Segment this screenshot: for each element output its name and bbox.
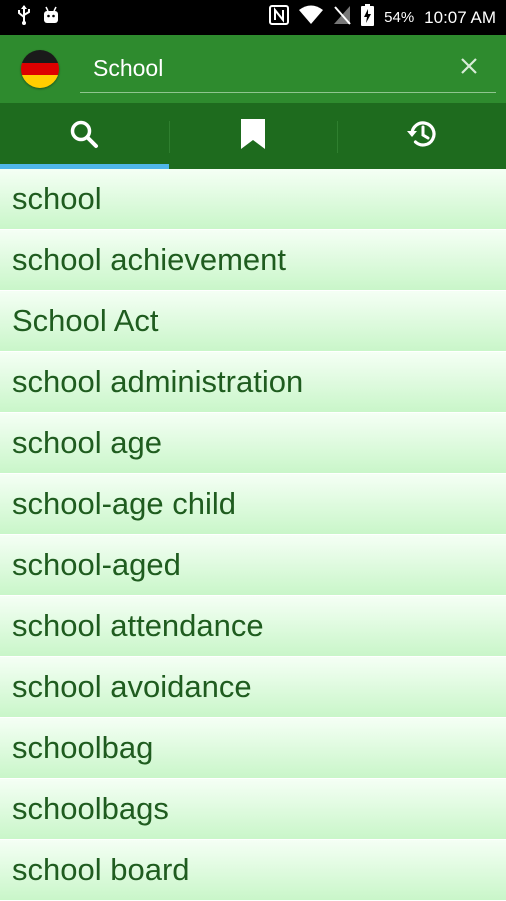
close-icon bbox=[460, 57, 478, 80]
list-item[interactable]: schoolbags bbox=[0, 779, 506, 839]
status-left bbox=[16, 5, 60, 30]
list-item[interactable]: school board bbox=[0, 840, 506, 900]
tab-bookmarks[interactable] bbox=[168, 103, 338, 169]
tab-search[interactable] bbox=[0, 103, 169, 169]
wifi-icon bbox=[299, 5, 324, 30]
nfc-icon bbox=[269, 5, 290, 30]
clock: 10:07 AM bbox=[424, 7, 496, 27]
list-item[interactable]: school age bbox=[0, 413, 506, 473]
tab-bar bbox=[0, 103, 506, 169]
search-field bbox=[80, 45, 496, 93]
android-icon bbox=[42, 6, 60, 29]
no-sim-icon bbox=[333, 5, 351, 30]
results-list: school school achievement School Act sch… bbox=[0, 169, 506, 901]
list-item[interactable]: school-age child bbox=[0, 474, 506, 534]
battery-percent: 54% bbox=[384, 9, 415, 26]
list-item[interactable]: schoolbag bbox=[0, 718, 506, 778]
list-item[interactable]: School Act bbox=[0, 291, 506, 351]
clear-search-button[interactable] bbox=[456, 55, 482, 81]
status-bar: 54% 10:07 AM bbox=[0, 0, 506, 35]
history-icon bbox=[406, 118, 438, 155]
bookmark-icon bbox=[240, 118, 266, 154]
list-item[interactable]: school-aged bbox=[0, 535, 506, 595]
list-item[interactable]: school avoidance bbox=[0, 657, 506, 717]
usb-icon bbox=[16, 5, 32, 30]
list-item[interactable]: school achievement bbox=[0, 230, 506, 290]
search-toolbar bbox=[0, 35, 506, 103]
list-item[interactable]: school attendance bbox=[0, 596, 506, 656]
list-item[interactable]: school administration bbox=[0, 352, 506, 412]
germany-flag-icon[interactable] bbox=[21, 50, 59, 88]
status-right: 54% 10:07 AM bbox=[269, 4, 496, 31]
search-icon bbox=[69, 119, 99, 154]
tab-history[interactable] bbox=[337, 103, 506, 169]
list-item[interactable]: school bbox=[0, 169, 506, 229]
battery-charging-icon bbox=[361, 4, 375, 31]
search-input[interactable] bbox=[80, 45, 453, 91]
